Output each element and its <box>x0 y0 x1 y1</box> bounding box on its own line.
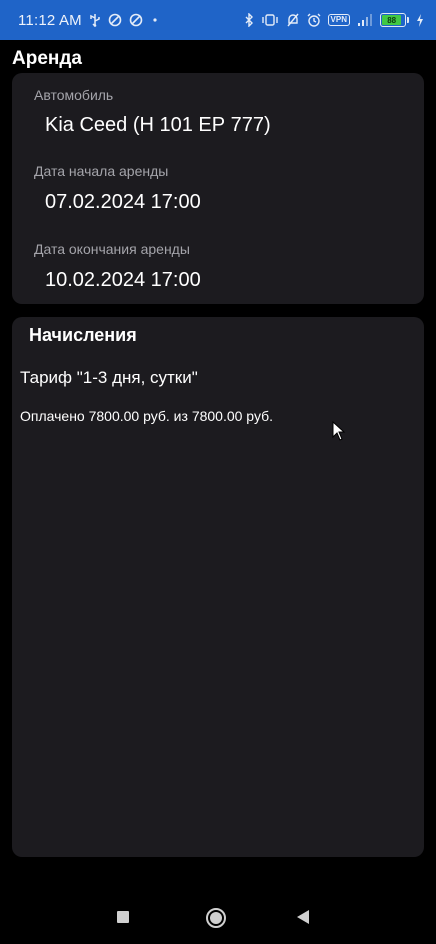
mute-icon <box>286 13 300 27</box>
page-title: Аренда <box>12 48 82 69</box>
status-bar-right: VPN 88 <box>244 13 424 27</box>
start-date-value[interactable]: 07.02.2024 17:00 <box>45 191 201 214</box>
charges-title: Начисления <box>29 325 137 345</box>
car-value[interactable]: Kia Ceed (Н 101 ЕР 777) <box>45 114 271 137</box>
usb-icon <box>89 13 101 27</box>
home-icon[interactable] <box>205 907 227 929</box>
status-bar-left: 11:12 AM <box>18 12 160 29</box>
battery-icon: 88 <box>380 13 409 27</box>
payment-status: Оплачено 7800.00 руб. из 7800.00 руб. <box>20 408 274 424</box>
blocked-icon <box>108 13 122 27</box>
alarm-icon <box>307 13 321 27</box>
battery-fill: 88 <box>382 15 402 25</box>
charging-icon <box>416 13 424 27</box>
start-date-label: Дата начала аренды <box>34 163 169 179</box>
battery-body: 88 <box>380 13 406 27</box>
vpn-label: VPN <box>330 15 347 24</box>
end-date-label: Дата окончания аренды <box>34 241 190 257</box>
signal-icon <box>357 13 373 27</box>
tariff-text: Тариф "1-3 дня, сутки" <box>20 368 198 387</box>
vpn-icon: VPN <box>327 14 350 26</box>
status-bar: 11:12 AM VPN 88 <box>0 0 436 40</box>
vibrate-icon <box>261 14 279 26</box>
status-time: 11:12 AM <box>18 11 82 29</box>
battery-level: 88 <box>387 15 397 25</box>
end-date-value[interactable]: 10.02.2024 17:00 <box>45 269 201 292</box>
car-label: Автомобиль <box>34 87 114 103</box>
navigation-bar <box>0 890 436 944</box>
charges-card: Начисления Тариф "1-3 дня, сутки" Оплаче… <box>12 317 424 857</box>
blocked-icon <box>129 13 143 27</box>
mouse-cursor-icon <box>332 420 346 446</box>
back-icon[interactable] <box>296 909 310 925</box>
recent-apps-icon[interactable] <box>116 910 130 924</box>
rental-info-card: Автомобиль Kia Ceed (Н 101 ЕР 777) Дата … <box>12 73 424 304</box>
dot-icon <box>150 15 160 25</box>
battery-tip <box>407 17 409 23</box>
bluetooth-icon <box>244 13 254 27</box>
